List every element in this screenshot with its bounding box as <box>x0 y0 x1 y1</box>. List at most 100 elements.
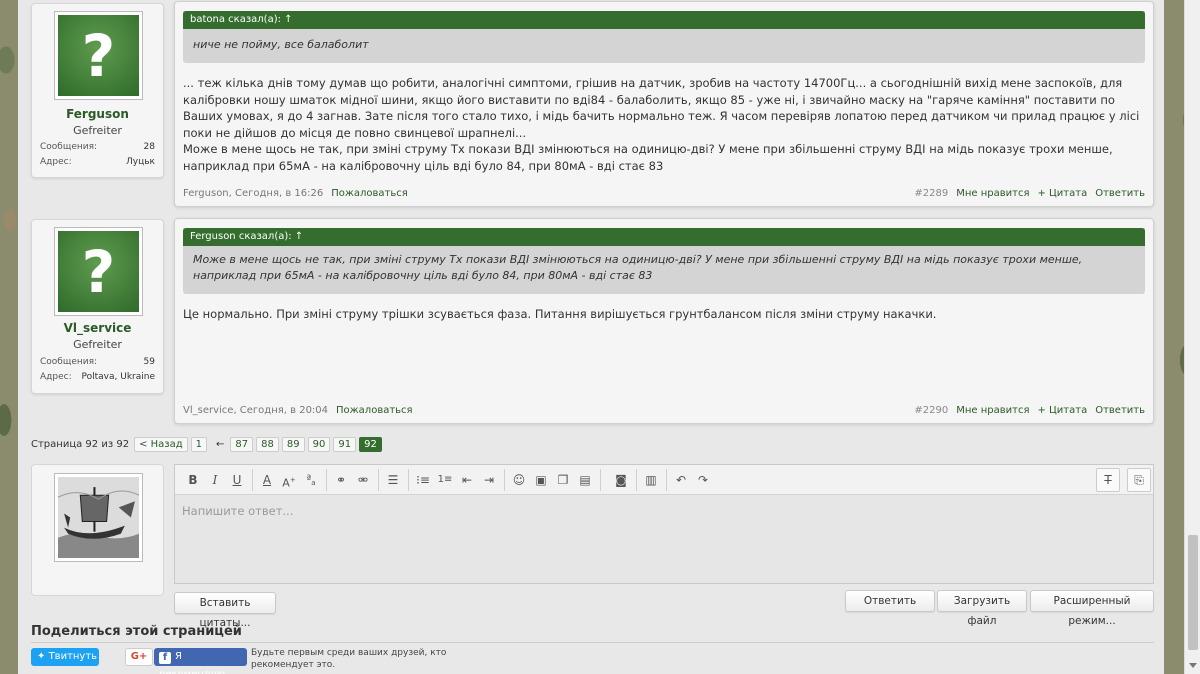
prev-page-button[interactable]: < Назад <box>134 437 188 452</box>
bold-icon[interactable]: B <box>183 470 203 490</box>
page-link[interactable]: 1 <box>190 437 208 452</box>
scrollbar-thumb[interactable] <box>1188 535 1198 650</box>
post-line: ... теж кілька днів тому думав що робити… <box>183 76 1123 90</box>
address-value: Луцьк <box>126 157 155 167</box>
username[interactable]: Vl_service <box>32 321 163 335</box>
page-link[interactable]: 89 <box>281 437 305 452</box>
smilies-icon[interactable]: ☺ <box>509 470 529 490</box>
post-number[interactable]: #2289 <box>914 188 948 199</box>
font-color-icon[interactable]: A <box>257 470 277 490</box>
indent-icon[interactable]: ⇥ <box>479 470 499 490</box>
page-link[interactable]: 91 <box>333 437 357 452</box>
toggle-bbcode-icon[interactable]: ⎘ <box>1127 468 1151 492</box>
upload-file-button[interactable]: Загрузить файл <box>937 590 1027 627</box>
advanced-mode-button[interactable]: Расширенный режим... <box>1030 590 1154 627</box>
camera-icon[interactable]: ◙ <box>611 470 631 490</box>
user-messages-stat: Сообщения: 28 <box>40 142 155 152</box>
tweet-button[interactable]: ✦ Твитнуть <box>31 648 99 666</box>
align-icon[interactable]: ☰ <box>383 470 403 490</box>
reply-textarea[interactable]: Напишите ответ... <box>175 495 1153 527</box>
underline-icon[interactable]: U <box>227 470 247 490</box>
toolbar-separator <box>504 469 505 491</box>
bullet-list-icon[interactable]: ⁝≡ <box>413 470 433 490</box>
post-meta: Vl_service, Сегодня, в 20:04 Пожаловаться… <box>183 405 1145 416</box>
username[interactable]: Ferguson <box>32 107 163 121</box>
font-family-icon[interactable]: ªa <box>301 470 321 490</box>
like-link[interactable]: Мне нравится <box>956 188 1029 199</box>
quote-header[interactable]: Ferguson сказал(а): ↑ <box>183 228 1145 246</box>
undo-icon[interactable]: ↶ <box>671 470 691 490</box>
post-line: наприклад при 65мА - на калібровочну ціл… <box>183 158 664 173</box>
image-icon[interactable]: ▣ <box>531 470 551 490</box>
font-size-icon[interactable]: A+ <box>279 470 299 490</box>
link-icon[interactable]: ⚭ <box>331 470 351 490</box>
toolbar-separator <box>666 469 667 491</box>
post-2290: Ferguson сказал(а): ↑ Може в мене щось н… <box>174 218 1154 424</box>
toolbar-separator <box>408 469 409 491</box>
address-label: Адрес: <box>40 372 72 382</box>
outdent-icon[interactable]: ⇤ <box>457 470 477 490</box>
numbered-list-icon[interactable]: 1≡ <box>435 470 455 490</box>
quote-text: Може в мене щось не так, при зміні струм… <box>193 253 1083 282</box>
facebook-recommend-button[interactable]: fЯ рекомендую <box>154 648 247 674</box>
avatar[interactable]: ? <box>54 227 143 316</box>
quote-text: ниче не пойму, все балаболит <box>193 38 369 51</box>
avatar[interactable]: ? <box>54 11 143 100</box>
remove-format-icon[interactable]: T <box>1096 468 1120 492</box>
unlink-icon[interactable]: ⚮ <box>353 470 373 490</box>
editor-toolbar: B I U A A+ ªa ⚭ ⚮ ☰ ⁝≡ 1≡ ⇤ ⇥ ☺ ▣ ❐ ▤ ◙ … <box>175 465 1153 495</box>
redo-icon[interactable]: ↷ <box>693 470 713 490</box>
messages-count[interactable]: 28 <box>144 142 155 152</box>
insert-quotes-button[interactable]: Вставить цитаты... <box>174 592 276 629</box>
quote-link[interactable]: + Цитата <box>1037 405 1087 416</box>
scrollbar[interactable] <box>1184 0 1200 674</box>
user-avatar-viking-ship[interactable] <box>54 473 143 562</box>
like-link[interactable]: Мне нравится <box>956 405 1029 416</box>
user-info-ferguson: ? Ferguson Gefreiter Сообщения: 28 Адрес:… <box>31 3 164 178</box>
reply-link[interactable]: Ответить <box>1095 188 1145 199</box>
page-link[interactable]: 88 <box>256 437 279 452</box>
post-body: Це нормально. При зміні струму трішки зс… <box>183 306 1143 323</box>
report-link[interactable]: Пожаловаться <box>336 405 413 416</box>
messages-count[interactable]: 59 <box>144 357 155 367</box>
page-link[interactable]: 87 <box>230 437 254 452</box>
toolbar-separator <box>326 469 327 491</box>
tweet-label: Твитнуть <box>48 651 98 662</box>
toolbar-separator <box>252 469 253 491</box>
page-jump-button[interactable]: ← <box>216 439 224 450</box>
reply-link[interactable]: Ответить <box>1095 405 1145 416</box>
user-address-stat: Адрес: Poltava, Ukraine <box>40 372 155 382</box>
italic-icon[interactable]: I <box>205 470 225 490</box>
scroll-down-icon[interactable] <box>1189 663 1197 668</box>
page-link[interactable]: 90 <box>307 437 331 452</box>
post-body: ... теж кілька днів тому думав що робити… <box>183 75 1143 174</box>
post-author-date[interactable]: Ferguson, Сегодня, в 16:26 <box>183 188 323 199</box>
default-avatar-question-icon: ? <box>58 231 139 312</box>
media-icon[interactable]: ❐ <box>553 470 573 490</box>
user-address-stat: Адрес: Луцьк <box>40 157 155 167</box>
save-icon[interactable]: ▥ <box>641 470 661 490</box>
post-line: Це нормально. При зміні струму трішки зс… <box>183 307 937 321</box>
code-icon[interactable]: ▤ <box>575 470 595 490</box>
post-2289: batona сказал(а): ↑ ниче не пойму, все б… <box>174 1 1154 207</box>
report-link[interactable]: Пожаловаться <box>331 188 408 199</box>
facebook-icon: f <box>159 652 171 664</box>
quote-link[interactable]: + Цитата <box>1037 188 1087 199</box>
post-author-date[interactable]: Vl_service, Сегодня, в 20:04 <box>183 405 328 416</box>
reply-button[interactable]: Ответить <box>845 590 935 612</box>
google-plus-button[interactable]: G+ <box>125 648 153 666</box>
quote-header[interactable]: batona сказал(а): ↑ <box>183 11 1145 29</box>
post-number[interactable]: #2290 <box>914 405 948 416</box>
messages-label: Сообщения: <box>40 142 98 152</box>
default-avatar-question-icon: ? <box>58 15 139 96</box>
post-line: калібровки ношу шматок мідної шини, якщо… <box>183 92 1115 107</box>
post-meta: Ferguson, Сегодня, в 16:26 Пожаловаться #… <box>183 188 1145 199</box>
user-title: Gefreiter <box>73 338 122 351</box>
viking-ship-image <box>58 477 139 558</box>
post-line: поки не дійшов до місця де повно свинцев… <box>183 125 527 140</box>
current-page[interactable]: 92 <box>359 437 382 452</box>
share-title: Поделиться этой страницей <box>31 624 242 639</box>
twitter-bird-icon: ✦ <box>37 651 49 662</box>
address-label: Адрес: <box>40 157 72 167</box>
quote-block: Ferguson сказал(а): ↑ Може в мене щось н… <box>183 228 1145 294</box>
